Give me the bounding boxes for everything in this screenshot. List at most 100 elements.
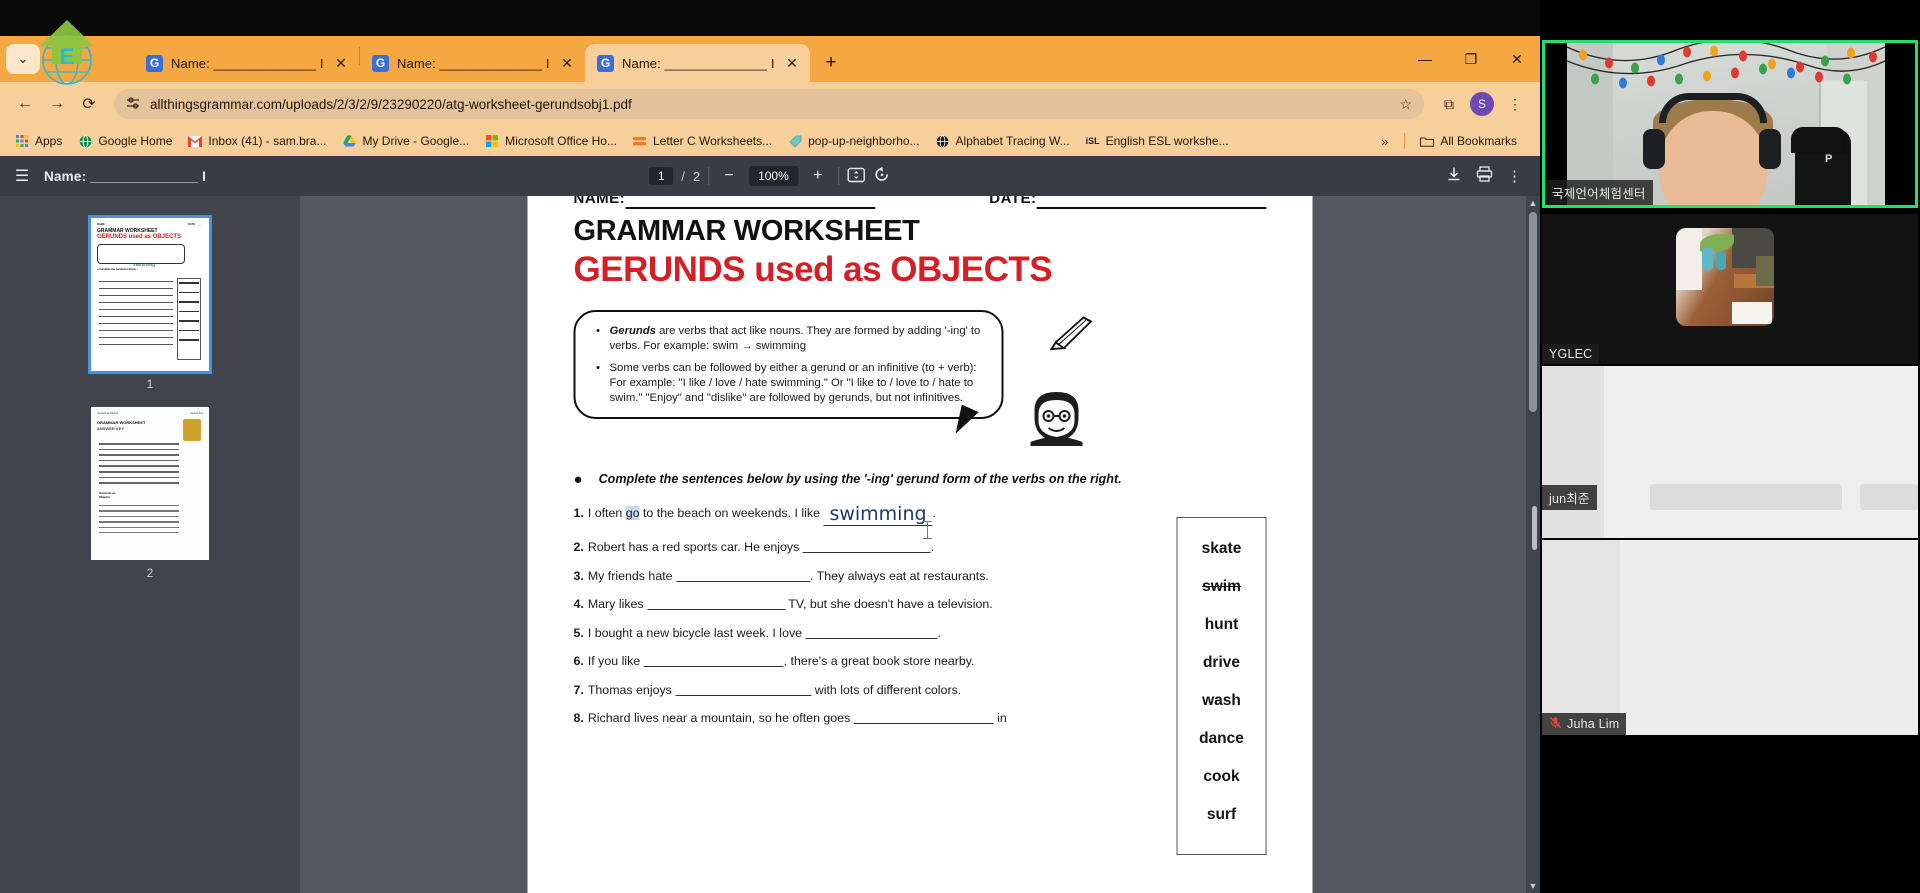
question-4: 4. Mary likes TV, but she doesn't have a … <box>574 597 1157 611</box>
bookmark-star-icon[interactable]: ☆ <box>1399 96 1412 113</box>
bookmark-alphabet-tracing[interactable]: Alphabet Tracing W... <box>929 131 1077 151</box>
pdf-sidebar-toggle[interactable]: ☰ <box>0 166 44 186</box>
tab-title: Name: ______________ I <box>397 55 550 71</box>
zoom-level-display[interactable]: 100% <box>749 166 798 186</box>
thumbnail-page-2[interactable]: Gerunds as Objects Answer Key GRAMMAR WOR… <box>91 407 209 560</box>
close-icon[interactable]: ✕ <box>782 53 802 73</box>
answer-blank-8[interactable] <box>853 711 994 725</box>
word-bank: skate swim hunt drive wash dance cook su… <box>1176 517 1267 855</box>
microsoft-icon <box>485 134 499 148</box>
bookmark-label: Google Home <box>98 134 173 148</box>
word-bank-item-dance[interactable]: dance <box>1178 730 1266 748</box>
participant-name: Juha Lim <box>1567 717 1620 731</box>
vase-1 <box>1702 248 1713 270</box>
site-settings-icon[interactable] <box>126 96 140 113</box>
bookmarks-overflow-button[interactable]: » <box>1373 131 1396 152</box>
maximize-button[interactable]: ❐ <box>1448 36 1494 82</box>
extensions-button[interactable]: ⧉ <box>1434 89 1464 119</box>
word-bank-item-surf[interactable]: surf <box>1178 806 1266 824</box>
question-text-pre: Mary likes <box>587 597 648 612</box>
bookmarks-divider <box>1404 133 1406 149</box>
fit-page-button[interactable] <box>847 167 865 186</box>
bookmark-apps[interactable]: Apps <box>8 131 69 151</box>
word-bank-item-swim[interactable]: swim <box>1178 578 1266 596</box>
close-icon[interactable]: ✕ <box>331 53 351 73</box>
print-icon <box>1476 166 1493 186</box>
bookmark-english-esl[interactable]: iSL English ESL workshe... <box>1079 131 1236 151</box>
answer-blank-5[interactable] <box>805 626 938 639</box>
bookmark-letter-c-worksheets[interactable]: Letter C Worksheets... <box>626 131 779 151</box>
word-bank-item-drive[interactable]: drive <box>1178 654 1266 672</box>
new-tab-button[interactable]: + <box>816 48 846 78</box>
back-button[interactable]: ← <box>10 89 40 119</box>
zoom-out-button[interactable]: − <box>717 167 741 185</box>
chevron-down-icon: ⌄ <box>17 51 29 66</box>
print-button[interactable] <box>1476 166 1493 186</box>
answer-blank-7[interactable] <box>675 683 812 696</box>
participant-name: jun최준 <box>1549 492 1590 506</box>
pdf-scrollbar-thumb[interactable] <box>1529 212 1537 412</box>
question-2: 2. Robert has a red sports car. He enjoys… <box>574 540 1157 554</box>
reload-icon: ⟳ <box>82 96 96 113</box>
camera-tripod: P <box>1791 127 1851 205</box>
question-list: 1. I often go to the beach on weekends. I… <box>573 504 1157 855</box>
pdf-viewer-area[interactable]: NAME: DATE: GRAMMAR WORKSHEET GERUNDS us… <box>300 196 1540 893</box>
close-window-button[interactable]: ✕ <box>1494 36 1540 82</box>
participant-tile-jun[interactable]: jun최준 <box>1542 366 1918 538</box>
scroll-up-arrow[interactable]: ▲ <box>1526 196 1540 210</box>
forward-button[interactable]: → <box>42 89 72 119</box>
bookmark-inbox[interactable]: Inbox (41) - sam.bra... <box>181 131 333 151</box>
reload-button[interactable]: ⟳ <box>74 89 104 119</box>
answer-blank-3[interactable] <box>676 569 810 582</box>
browser-tab-1[interactable]: G Name: ______________ I ✕ <box>134 44 359 82</box>
participant-tile-yglec[interactable]: YGLEC <box>1542 214 1918 364</box>
thumbnail-item-2[interactable]: Gerunds as Objects Answer Key GRAMMAR WOR… <box>0 407 300 580</box>
rotate-button[interactable] <box>873 166 891 187</box>
answer-blank-6[interactable] <box>643 654 784 668</box>
thumbnail-page-1[interactable]: NAME:______ DATE:_____ GRAMMAR WORKSHEET … <box>88 215 212 374</box>
question-text-post: with lots of different colors. <box>811 682 962 697</box>
word-bank-item-hunt[interactable]: hunt <box>1178 616 1266 634</box>
answer-blank-2[interactable] <box>802 540 931 554</box>
bookmark-my-drive[interactable]: My Drive - Google... <box>335 131 476 151</box>
bookmark-google-home[interactable]: Google Home <box>71 131 179 151</box>
question-number: 1. <box>573 506 584 520</box>
pdf-page-input[interactable]: 1 <box>649 167 674 185</box>
bullet-dot: ● <box>573 471 583 488</box>
address-bar[interactable]: allthingsgrammar.com/uploads/2/3/2/9/232… <box>114 89 1424 119</box>
thumbnail-label: 2 <box>146 566 154 580</box>
bookmark-popup-neighborhood[interactable]: pop-up-neighborho... <box>781 131 926 151</box>
minimize-button[interactable]: — <box>1402 36 1448 82</box>
screen-share-content-block-1 <box>1650 484 1842 510</box>
scroll-down-arrow[interactable]: ▼ <box>1526 879 1540 893</box>
minus-icon: − <box>724 167 734 184</box>
question-text-post: TV, but she doesn't have a television. <box>785 597 993 612</box>
browser-tab-2[interactable]: G Name: ______________ I ✕ <box>360 44 585 82</box>
profile-avatar[interactable]: S <box>1470 92 1494 116</box>
teal-tag-icon <box>788 134 802 148</box>
bookmark-microsoft-office[interactable]: Microsoft Office Ho... <box>478 131 624 151</box>
zoom-in-button[interactable]: + <box>806 167 830 185</box>
pdf-toolbar-center: 1 / 2 − 100% + <box>649 166 891 187</box>
participant-tile-active-speaker[interactable]: P 국제언어체험센터 <box>1542 40 1918 208</box>
close-icon[interactable]: ✕ <box>557 53 577 73</box>
sidebar-resize-handle[interactable] <box>1532 506 1537 550</box>
browser-tab-3-active[interactable]: G Name: ______________ I ✕ <box>585 44 810 82</box>
download-button[interactable] <box>1446 166 1462 186</box>
bookmark-label: Alphabet Tracing W... <box>955 134 1070 148</box>
worksheet-instruction: ● Complete the sentences below by using … <box>574 472 1267 487</box>
headphone-right <box>1759 129 1781 169</box>
question-text-pre: If you like <box>587 654 644 669</box>
word-bank-item-skate[interactable]: skate <box>1178 540 1266 558</box>
tab-strip: ⌄ G Name: ______________ I ✕ G Name: ___… <box>0 36 1540 82</box>
participant-tile-juha[interactable]: Juha Lim <box>1542 540 1918 735</box>
word-bank-item-cook[interactable]: cook <box>1178 768 1266 786</box>
browser-menu-button[interactable]: ⋮ <box>1500 89 1530 119</box>
all-bookmarks-button[interactable]: All Bookmarks <box>1413 131 1524 151</box>
thumbnail-item-1[interactable]: NAME:______ DATE:_____ GRAMMAR WORKSHEET … <box>0 215 300 391</box>
gerunds-keyword: Gerunds <box>609 325 656 337</box>
selected-word-go[interactable]: go <box>625 506 640 520</box>
pdf-more-button[interactable]: ⋮ <box>1507 167 1522 185</box>
word-bank-item-wash[interactable]: wash <box>1178 692 1266 710</box>
answer-blank-4[interactable] <box>647 597 786 611</box>
